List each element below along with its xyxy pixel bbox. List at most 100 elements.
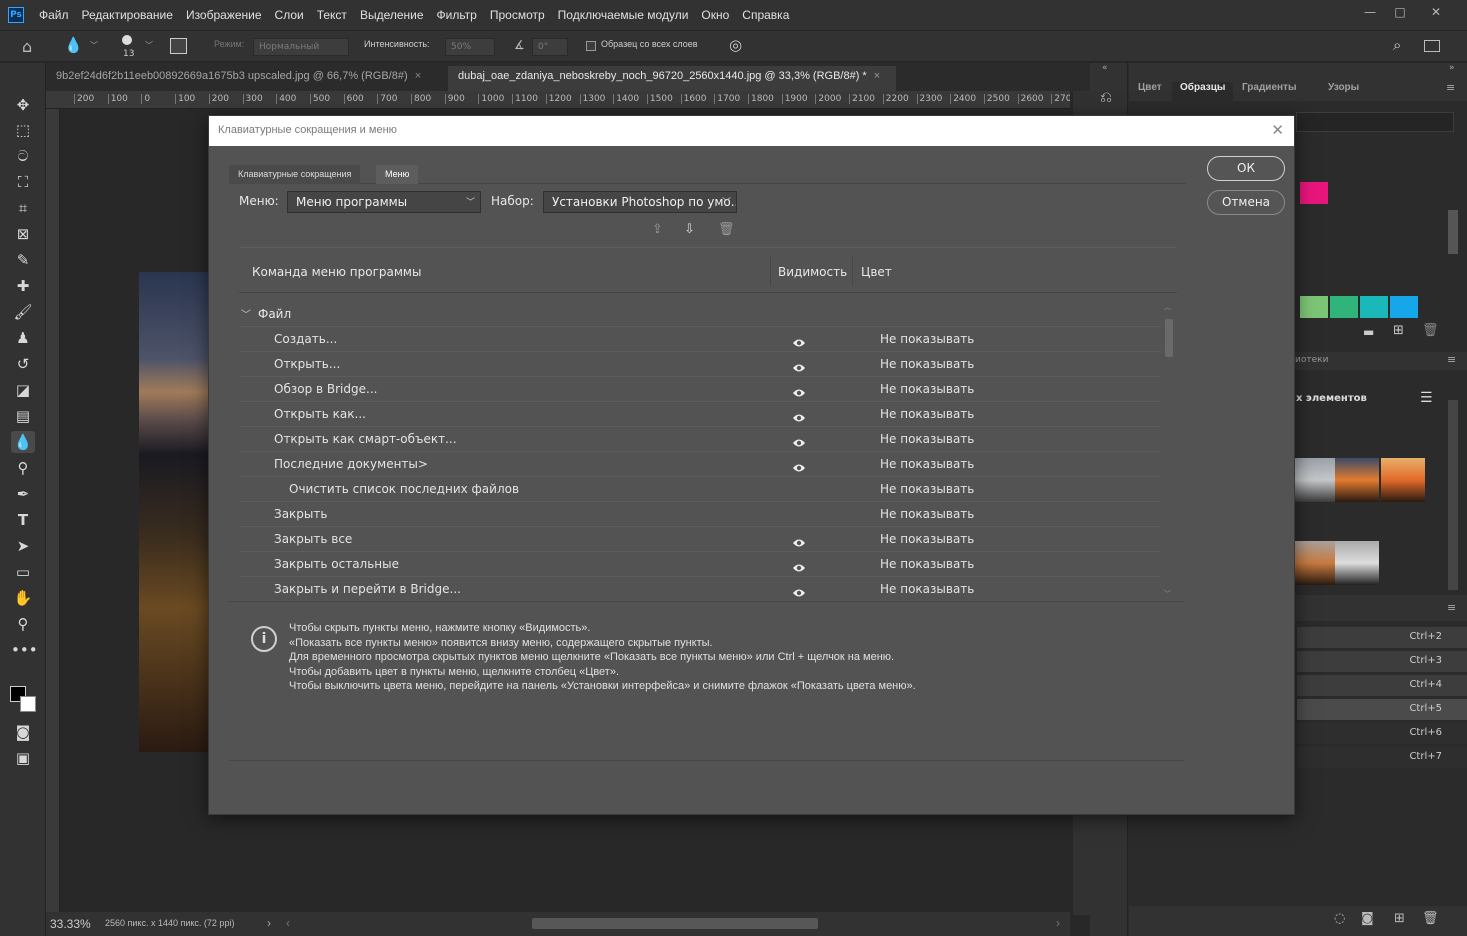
color-value[interactable]: Не показывать [880, 382, 974, 396]
gradient-tool-icon[interactable]: ▤ [11, 405, 35, 427]
tab-color[interactable]: Цвет [1138, 82, 1162, 93]
document-image[interactable] [139, 272, 208, 752]
blur-tool-icon[interactable]: 💧 [11, 431, 35, 453]
zoom-level[interactable]: 33.33% [50, 917, 91, 931]
scroll-left-icon[interactable]: ‹ [286, 916, 290, 930]
menu-view[interactable]: Просмотр [490, 8, 545, 22]
strength-field[interactable]: 50% [445, 38, 495, 56]
ok-button[interactable]: ОК [1207, 156, 1285, 181]
swatch-search-input[interactable] [1296, 112, 1454, 132]
menu-layers[interactable]: Слои [275, 8, 304, 22]
group-row-file[interactable]: ﹀ Файл [239, 302, 1161, 327]
eraser-tool-icon[interactable]: ◪ [11, 379, 35, 401]
column-color[interactable]: Цвет [861, 265, 892, 279]
close-icon[interactable]: × [874, 70, 880, 82]
menu-type[interactable]: Текст [317, 8, 347, 22]
color-value[interactable]: Не показывать [880, 432, 974, 446]
horizontal-scrollbar-thumb[interactable] [532, 918, 818, 929]
column-visibility[interactable]: Видимость [778, 265, 847, 279]
menu-command-row[interactable]: Создать... Не показывать [239, 327, 1161, 352]
screen-mode-icon[interactable]: ▣ [11, 747, 35, 769]
tab-patterns[interactable]: Узоры [1328, 82, 1359, 93]
visibility-eye-icon[interactable] [792, 383, 806, 397]
swatch-green[interactable] [1300, 296, 1328, 318]
add-icon[interactable]: ⊞ [1394, 911, 1405, 926]
tab-swatches[interactable]: Образцы [1172, 82, 1234, 101]
doc-tab-upscaled[interactable]: 9b2ef24d6f2b11eeb00892669a1675b3 upscale… [46, 66, 448, 91]
menu-command-row[interactable]: Закрыть Не показывать [239, 502, 1161, 527]
dodge-tool-icon[interactable]: ⚲ [11, 457, 35, 479]
brush-settings-icon[interactable] [170, 38, 187, 54]
library-thumb-4[interactable] [1294, 541, 1338, 585]
menu-command-row[interactable]: Очистить список последних файлов Не показ… [239, 477, 1161, 502]
frame-tool-icon[interactable]: ⊠ [11, 223, 35, 245]
tab-menus[interactable]: Меню [376, 165, 419, 184]
selection-icon[interactable]: ◌ [1334, 911, 1345, 926]
channel-row[interactable]: Ctrl+6 [1297, 723, 1467, 745]
chevron-down-icon[interactable]: ﹀ [241, 306, 251, 321]
doc-tab-dubai[interactable]: dubaj_oae_zdaniya_neboskreby_noch_96720_… [448, 66, 896, 91]
history-brush-icon[interactable]: ↺ [11, 353, 35, 375]
move-tool-icon[interactable]: ✥ [11, 94, 35, 116]
menu-plugins[interactable]: Подключаемые модули [558, 8, 689, 22]
panel-menu-icon[interactable]: ≡ [1447, 601, 1456, 614]
mask-icon[interactable]: ◙ [1361, 911, 1374, 926]
visibility-eye-icon[interactable] [792, 358, 806, 372]
channel-row[interactable]: Ctrl+4 [1297, 675, 1467, 697]
quick-mask-icon[interactable]: ◙ [11, 721, 35, 743]
close-icon[interactable]: ✕ [1271, 121, 1284, 139]
brush-tool-icon[interactable]: 🖌 [11, 301, 35, 323]
pen-tool-icon[interactable]: ✒ [11, 483, 35, 505]
lasso-tool-icon[interactable]: ට [11, 145, 35, 167]
library-thumb-2[interactable] [1335, 458, 1379, 502]
swatch-teal[interactable] [1330, 296, 1358, 318]
menu-filter[interactable]: Фильтр [437, 8, 477, 22]
background-color[interactable] [20, 696, 36, 712]
menu-window[interactable]: Окно [701, 8, 729, 22]
panel-menu-icon[interactable]: ≡ [1447, 353, 1456, 366]
menu-for-select[interactable]: Меню программы ﹀ [287, 191, 481, 213]
list-view-icon[interactable]: ☰ [1420, 390, 1433, 406]
history-panel-icon[interactable]: ⎌ [1100, 88, 1112, 106]
channel-row[interactable]: Ctrl+3 [1297, 651, 1467, 673]
scroll-up-icon[interactable]: ︿ [1164, 302, 1171, 312]
menu-image[interactable]: Изображение [186, 8, 262, 22]
swatch-cyan[interactable] [1360, 296, 1388, 318]
trash-icon[interactable]: 🗑 [1422, 911, 1439, 926]
eyedropper-tool-icon[interactable]: ✎ [11, 249, 35, 271]
menu-edit[interactable]: Редактирование [82, 8, 173, 22]
channel-row[interactable]: Ctrl+2 [1297, 627, 1467, 649]
visibility-eye-icon[interactable] [792, 558, 806, 572]
close-icon[interactable]: × [415, 70, 421, 82]
scroll-down-icon[interactable]: ﹀ [1164, 589, 1171, 599]
visibility-eye-icon[interactable] [792, 458, 806, 472]
zoom-tool-icon[interactable]: ⚲ [11, 613, 35, 635]
window-close-button[interactable]: ✕ [1419, 0, 1453, 24]
trash-icon[interactable]: 🗑 [718, 222, 735, 237]
swatch-blue[interactable] [1390, 296, 1418, 318]
menu-command-row[interactable]: Закрыть и перейти в Bridge... Не показыва… [239, 577, 1161, 602]
menu-command-row[interactable]: Открыть как смарт-объект... Не показывать [239, 427, 1161, 452]
chevron-down-icon[interactable]: ﹀ [90, 40, 98, 51]
brush-preset-icon[interactable] [122, 35, 132, 45]
object-select-tool-icon[interactable]: ⛶ [11, 171, 35, 193]
color-value[interactable]: Не показывать [880, 507, 974, 521]
menu-file[interactable]: Файл [39, 8, 69, 22]
visibility-eye-icon[interactable] [792, 483, 806, 493]
minimize-button[interactable]: — [1353, 0, 1387, 24]
tab-keyboard-shortcuts[interactable]: Клавиатурные сокращения [229, 165, 361, 184]
libraries-tab[interactable]: иотеки [1295, 355, 1328, 365]
library-scrollbar[interactable] [1448, 400, 1458, 590]
save-set-as-icon[interactable]: ⇩ [684, 222, 695, 237]
menu-help[interactable]: Справка [742, 8, 789, 22]
panel-menu-icon[interactable]: ≡ [1446, 81, 1455, 94]
menu-command-row[interactable]: Закрыть все Не показывать [239, 527, 1161, 552]
menu-command-row[interactable]: Обзор в Bridge... Не показывать [239, 377, 1161, 402]
menu-command-row[interactable]: Открыть... Не показывать [239, 352, 1161, 377]
more-tools-icon[interactable]: ••• [11, 639, 38, 661]
visibility-eye-icon[interactable] [792, 408, 806, 422]
pressure-icon[interactable]: ◎ [729, 36, 742, 54]
color-value[interactable]: Не показывать [880, 332, 974, 346]
home-icon[interactable]: ⌂ [22, 37, 32, 56]
visibility-eye-icon[interactable] [792, 333, 806, 347]
